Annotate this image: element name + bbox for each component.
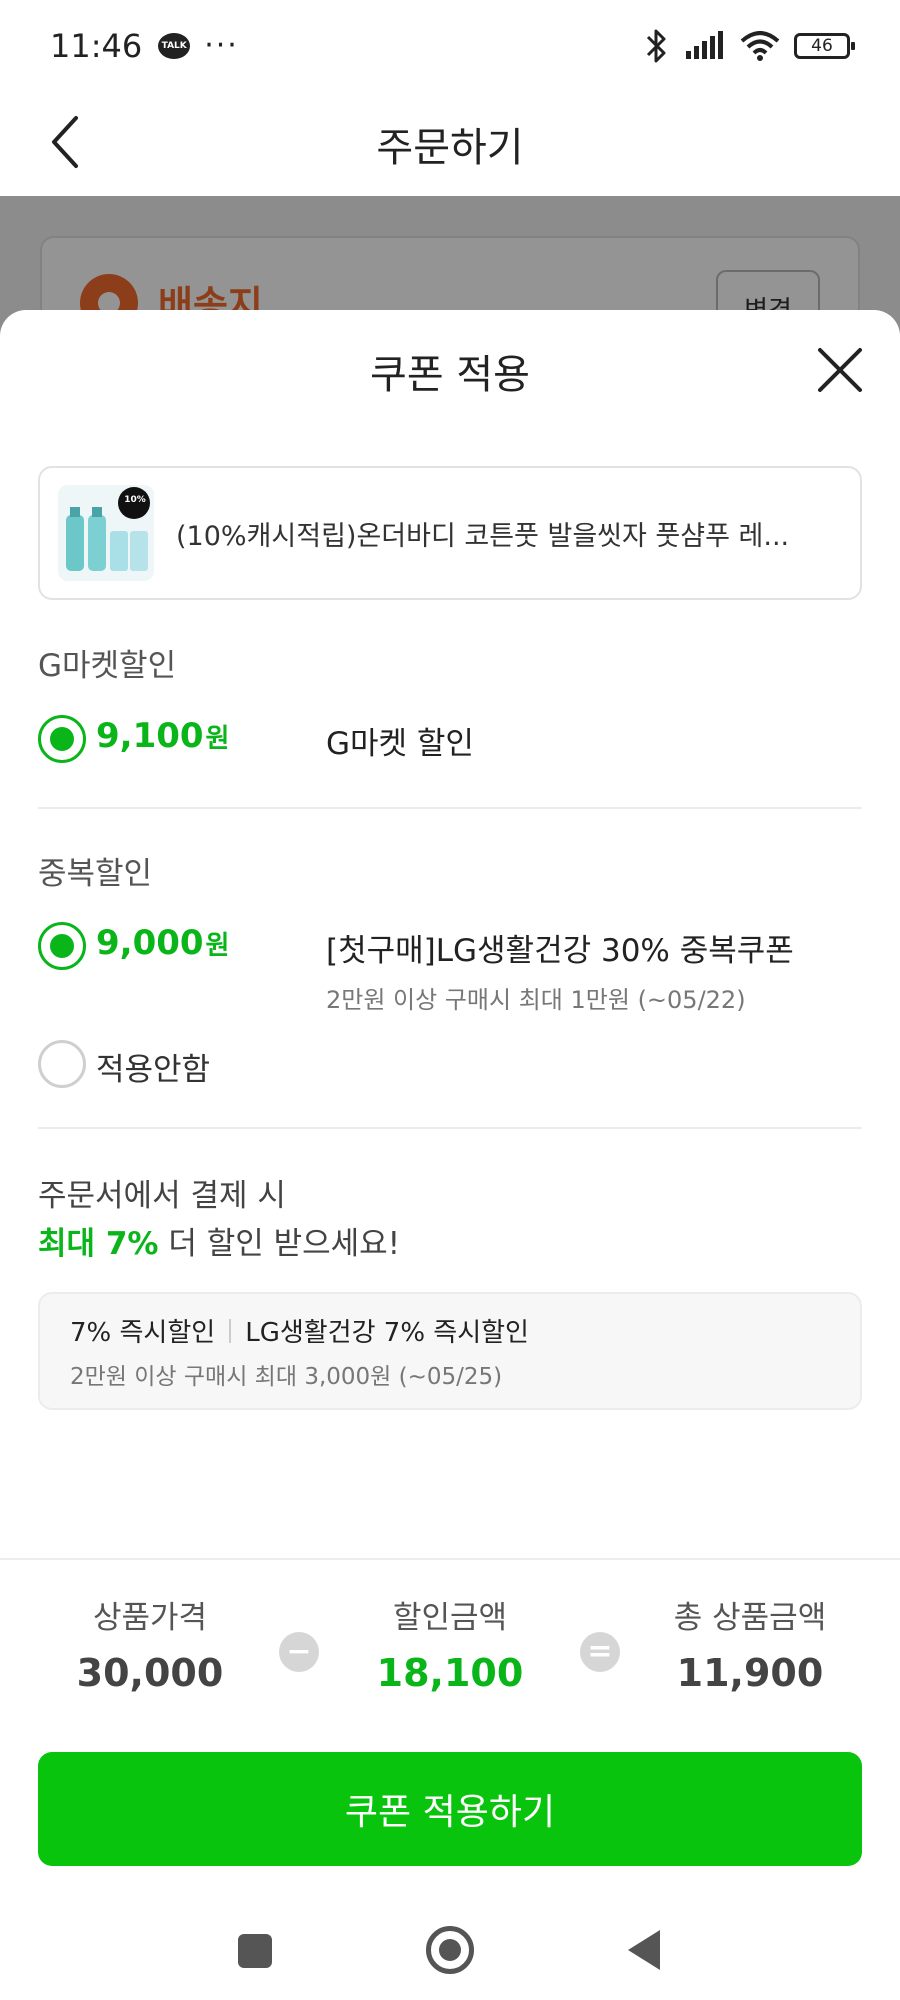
product-badge: 10%: [124, 495, 146, 505]
instant-discount-box: 7% 즉시할인 LG생활건강 7% 즉시할인 2만원 이상 구매시 최대 3,0…: [38, 1292, 862, 1410]
duplicate-coupon-name: [첫구매]LG생활건강 30% 중복쿠폰: [326, 933, 794, 969]
duplicate-amount-unit: 원: [205, 931, 230, 961]
product-price-value: 30,000: [76, 1651, 224, 1695]
bluetooth-icon: [646, 29, 666, 63]
instant-discount-title: 7% 즉시할인: [70, 1318, 216, 1348]
gmarket-amount-value: 9,100: [96, 716, 204, 756]
product-card: 10% (10%캐시적립)온더바디 코튼풋 발을씻자 풋샴푸 레...: [38, 466, 862, 600]
promo-line-2-rest: 더 할인 받으세요!: [158, 1226, 401, 1262]
status-icons: 46: [644, 28, 855, 64]
duplicate-amount-value: 9,000: [96, 923, 204, 963]
sheet-title: 쿠폰 적용: [370, 352, 530, 398]
discount-amount-column: 할인금액 18,100: [330, 1592, 570, 1695]
recent-apps-button[interactable]: [238, 1934, 272, 1968]
gmarket-discount-radio[interactable]: [38, 715, 86, 763]
product-name: (10%캐시적립)온더바디 코튼풋 발을씻자 풋샴푸 레...: [176, 520, 790, 552]
product-thumbnail: 10%: [58, 485, 154, 581]
duplicate-coupon-amount: 9,000원: [96, 923, 229, 963]
status-bar: 11:46 TALK ··· 46: [0, 0, 900, 92]
more-notifications-icon: ···: [204, 28, 239, 63]
close-button[interactable]: [812, 342, 868, 398]
total-amount-label: 총 상품금액: [673, 1600, 827, 1636]
promo-line-1: 주문서에서 결제 시: [38, 1178, 286, 1214]
apply-coupon-button[interactable]: 쿠폰 적용하기: [38, 1752, 862, 1866]
no-coupon-label: 적용안함: [96, 1052, 211, 1088]
wifi-icon: [740, 31, 780, 61]
summary-divider: [0, 1558, 900, 1560]
duplicate-discount-label: 중복할인: [38, 856, 153, 892]
system-back-button[interactable]: [628, 1930, 660, 1970]
duplicate-coupon-desc: 2만원 이상 구매시 최대 1만원 (~05/22): [326, 986, 746, 1014]
page-title: 주문하기: [376, 125, 524, 171]
product-price-column: 상품가격 30,000: [30, 1592, 270, 1695]
promo-highlight: 최대 7%: [38, 1226, 159, 1262]
divider: [38, 807, 862, 809]
price-summary: 상품가격 30,000 − 할인금액 18,100 = 총 상품금액 11,90…: [0, 1592, 900, 1712]
back-button[interactable]: [34, 110, 98, 174]
total-amount-value: 11,900: [676, 1651, 824, 1695]
coupon-sheet: 쿠폰 적용 10% (10%캐시적립)온더바디 코튼풋 발을씻자 풋샴푸 레..…: [0, 310, 900, 2000]
promo-line-2: 최대 7% 더 할인 받으세요!: [38, 1218, 400, 1263]
product-price-label: 상품가격: [92, 1600, 208, 1636]
duplicate-coupon-radio[interactable]: [38, 922, 86, 970]
system-nav-bar: [0, 1906, 900, 2000]
minus-icon: −: [279, 1632, 319, 1672]
separator: [229, 1318, 232, 1343]
close-icon: [818, 348, 862, 392]
gmarket-discount-label: G마켓할인: [38, 648, 177, 684]
chevron-left-icon: [52, 116, 78, 168]
signal-icon: [686, 31, 723, 59]
battery-icon: 46: [794, 33, 855, 59]
divider: [38, 1127, 862, 1129]
gmarket-discount-name: G마켓 할인: [326, 726, 474, 762]
gmarket-discount-amount: 9,100원: [96, 716, 229, 756]
discount-amount-label: 할인금액: [392, 1600, 508, 1636]
total-amount-column: 총 상품금액 11,900: [630, 1592, 870, 1695]
instant-discount-desc: 2만원 이상 구매시 최대 3,000원 (~05/25): [70, 1364, 503, 1390]
app-header: 주문하기: [0, 92, 900, 196]
home-button[interactable]: [426, 1926, 474, 1974]
status-time: 11:46: [50, 27, 143, 65]
equals-icon: =: [580, 1632, 620, 1672]
instant-discount-brand: LG생활건강 7% 즉시할인: [245, 1318, 529, 1348]
kakaotalk-notification-icon: TALK: [158, 33, 191, 59]
instant-discount-row: 7% 즉시할인 LG생활건강 7% 즉시할인: [70, 1312, 830, 1349]
discount-amount-value: 18,100: [376, 1651, 524, 1695]
gmarket-amount-unit: 원: [205, 724, 230, 754]
no-coupon-radio[interactable]: [38, 1040, 86, 1088]
